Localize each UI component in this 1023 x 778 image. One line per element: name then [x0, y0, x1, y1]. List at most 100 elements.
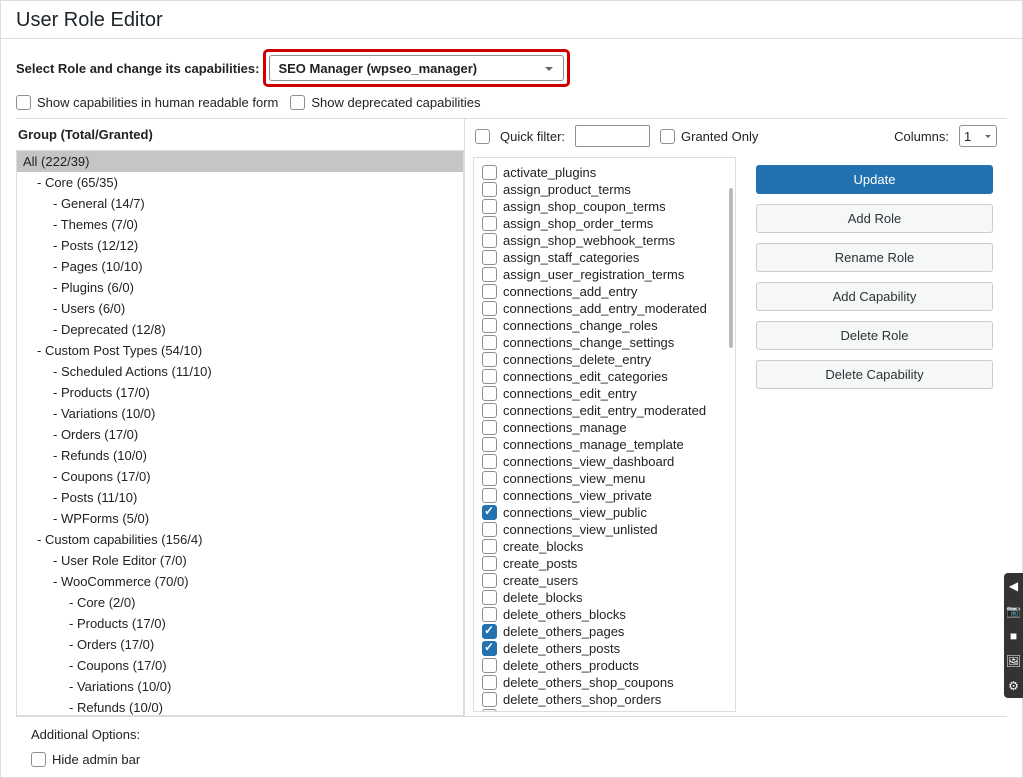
- capability-checkbox[interactable]: [482, 420, 497, 435]
- capability-label[interactable]: connections_view_menu: [503, 471, 645, 486]
- granted-only-option[interactable]: Granted Only: [660, 129, 758, 144]
- capability-checkbox[interactable]: [482, 165, 497, 180]
- capability-checkbox[interactable]: [482, 556, 497, 571]
- capability-checkbox[interactable]: [482, 454, 497, 469]
- capability-checkbox[interactable]: [482, 233, 497, 248]
- video-icon[interactable]: ■: [1004, 623, 1023, 648]
- add-role-button[interactable]: Add Role: [756, 204, 993, 233]
- capability-checkbox[interactable]: [482, 386, 497, 401]
- capability-label[interactable]: connections_manage_template: [503, 437, 684, 452]
- capability-label[interactable]: connections_change_roles: [503, 318, 658, 333]
- capability-checkbox[interactable]: [482, 318, 497, 333]
- capability-label[interactable]: connections_delete_entry: [503, 352, 651, 367]
- human-readable-option[interactable]: Show capabilities in human readable form: [16, 95, 278, 110]
- delete-role-button[interactable]: Delete Role: [756, 321, 993, 350]
- group-item[interactable]: - Variations (10/0): [17, 676, 463, 697]
- capability-label[interactable]: connections_change_settings: [503, 335, 674, 350]
- capability-label[interactable]: connections_view_unlisted: [503, 522, 658, 537]
- group-item[interactable]: - Core (65/35): [17, 172, 463, 193]
- capability-label[interactable]: delete_others_shop_coupons: [503, 675, 674, 690]
- capability-label[interactable]: assign_staff_categories: [503, 250, 639, 265]
- group-item[interactable]: - Orders (17/0): [17, 424, 463, 445]
- settings-icon[interactable]: ⚙: [1004, 673, 1023, 698]
- group-item[interactable]: - Deprecated (12/8): [17, 319, 463, 340]
- capability-checkbox[interactable]: [482, 539, 497, 554]
- group-item[interactable]: - Coupons (17/0): [17, 655, 463, 676]
- group-item[interactable]: - Scheduled Actions (11/10): [17, 361, 463, 382]
- capability-checkbox[interactable]: [482, 403, 497, 418]
- group-item[interactable]: - Custom capabilities (156/4): [17, 529, 463, 550]
- capability-label[interactable]: connections_add_entry: [503, 284, 637, 299]
- group-item[interactable]: - WooCommerce (70/0): [17, 571, 463, 592]
- capability-label[interactable]: delete_others_blocks: [503, 607, 626, 622]
- capability-label[interactable]: delete_others_shop_orders: [503, 692, 661, 707]
- group-item[interactable]: - Products (17/0): [17, 613, 463, 634]
- delete-capability-button[interactable]: Delete Capability: [756, 360, 993, 389]
- capability-checkbox[interactable]: [482, 641, 497, 656]
- granted-only-checkbox[interactable]: [660, 129, 675, 144]
- capability-label[interactable]: delete_others_pages: [503, 624, 624, 639]
- scrollbar[interactable]: [729, 188, 733, 348]
- image-icon[interactable]: 🖼: [1004, 648, 1023, 673]
- group-item[interactable]: - Users (6/0): [17, 298, 463, 319]
- capability-label[interactable]: connections_view_public: [503, 505, 647, 520]
- group-item[interactable]: - Refunds (10/0): [17, 445, 463, 466]
- capability-checkbox[interactable]: [482, 301, 497, 316]
- human-readable-checkbox[interactable]: [16, 95, 31, 110]
- capabilities-list[interactable]: activate_pluginsassign_product_termsassi…: [473, 157, 736, 712]
- capability-checkbox[interactable]: [482, 658, 497, 673]
- group-item[interactable]: - Refunds (10/0): [17, 697, 463, 716]
- deprecated-option[interactable]: Show deprecated capabilities: [290, 95, 480, 110]
- update-button[interactable]: Update: [756, 165, 993, 194]
- capability-label[interactable]: delete_others_shop_webhooks: [503, 709, 683, 712]
- expand-icon[interactable]: ◀: [1004, 573, 1023, 598]
- capability-checkbox[interactable]: [482, 199, 497, 214]
- capability-label[interactable]: assign_shop_order_terms: [503, 216, 653, 231]
- groups-list[interactable]: All (222/39)- Core (65/35)- General (14/…: [16, 150, 464, 716]
- capability-checkbox[interactable]: [482, 216, 497, 231]
- role-dropdown[interactable]: SEO Manager (wpseo_manager): [269, 55, 564, 81]
- capability-checkbox[interactable]: [482, 522, 497, 537]
- group-item[interactable]: - Coupons (17/0): [17, 466, 463, 487]
- capability-checkbox[interactable]: [482, 369, 497, 384]
- capability-checkbox[interactable]: [482, 607, 497, 622]
- capability-label[interactable]: connections_edit_categories: [503, 369, 668, 384]
- capability-checkbox[interactable]: [482, 505, 497, 520]
- deprecated-checkbox[interactable]: [290, 95, 305, 110]
- capability-label[interactable]: assign_shop_coupon_terms: [503, 199, 666, 214]
- capability-label[interactable]: create_blocks: [503, 539, 583, 554]
- group-item[interactable]: - Orders (17/0): [17, 634, 463, 655]
- group-item[interactable]: - Posts (11/10): [17, 487, 463, 508]
- capability-label[interactable]: connections_view_private: [503, 488, 652, 503]
- group-item[interactable]: - Variations (10/0): [17, 403, 463, 424]
- capability-checkbox[interactable]: [482, 573, 497, 588]
- group-item[interactable]: - Pages (10/10): [17, 256, 463, 277]
- capability-label[interactable]: connections_edit_entry_moderated: [503, 403, 706, 418]
- group-item[interactable]: - Products (17/0): [17, 382, 463, 403]
- group-item[interactable]: - Plugins (6/0): [17, 277, 463, 298]
- hide-admin-bar-option[interactable]: Hide admin bar: [31, 752, 992, 767]
- capability-label[interactable]: delete_others_products: [503, 658, 639, 673]
- capability-checkbox[interactable]: [482, 675, 497, 690]
- group-item[interactable]: All (222/39): [17, 151, 463, 172]
- capability-label[interactable]: activate_plugins: [503, 165, 596, 180]
- hide-admin-bar-checkbox[interactable]: [31, 752, 46, 767]
- rename-role-button[interactable]: Rename Role: [756, 243, 993, 272]
- capability-label[interactable]: connections_edit_entry: [503, 386, 637, 401]
- group-item[interactable]: - Core (2/0): [17, 592, 463, 613]
- capability-label[interactable]: delete_blocks: [503, 590, 583, 605]
- capability-checkbox[interactable]: [482, 182, 497, 197]
- capability-checkbox[interactable]: [482, 437, 497, 452]
- capability-checkbox[interactable]: [482, 267, 497, 282]
- capability-checkbox[interactable]: [482, 692, 497, 707]
- capability-label[interactable]: connections_view_dashboard: [503, 454, 674, 469]
- capability-label[interactable]: connections_add_entry_moderated: [503, 301, 707, 316]
- capability-checkbox[interactable]: [482, 624, 497, 639]
- capability-checkbox[interactable]: [482, 284, 497, 299]
- capability-checkbox[interactable]: [482, 250, 497, 265]
- capability-label[interactable]: create_posts: [503, 556, 577, 571]
- add-capability-button[interactable]: Add Capability: [756, 282, 993, 311]
- camera-icon[interactable]: 📷: [1004, 598, 1023, 623]
- capability-label[interactable]: delete_others_posts: [503, 641, 620, 656]
- capability-checkbox[interactable]: [482, 352, 497, 367]
